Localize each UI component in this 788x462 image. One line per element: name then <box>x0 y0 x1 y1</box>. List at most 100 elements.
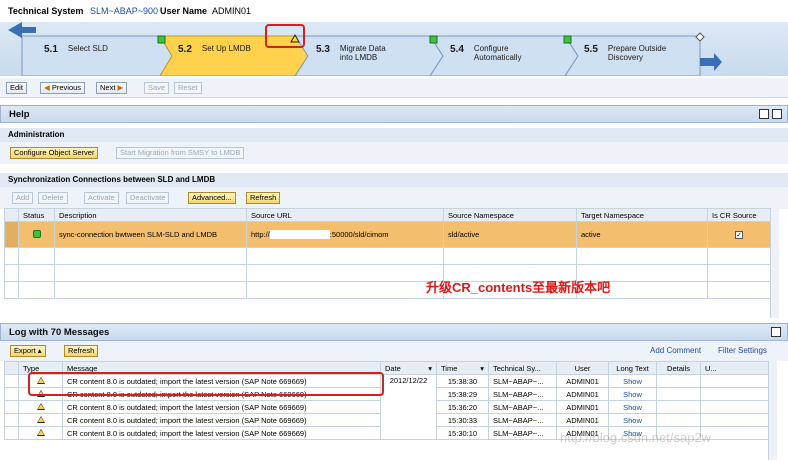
source-namespace-cell: sld/active <box>443 221 577 248</box>
edit-button[interactable]: Edit <box>6 82 27 94</box>
column-header[interactable]: Description <box>54 208 247 222</box>
user-cell: ADMIN01 <box>556 374 609 388</box>
refresh-button[interactable]: Refresh <box>246 192 281 204</box>
add-comment-link[interactable]: Add Comment <box>650 346 701 355</box>
step-number: 5.5 <box>584 44 598 55</box>
save-button[interactable]: Save <box>144 82 170 94</box>
show-link[interactable]: Show <box>608 374 657 388</box>
minimize-icon[interactable] <box>771 327 781 337</box>
step-number: 5.2 <box>178 44 192 55</box>
sync-header: Synchronization Connections between SLD … <box>0 173 788 187</box>
step-label: Set Up LMDB <box>201 44 251 53</box>
sync-scrollbar[interactable] <box>770 208 779 318</box>
maximize-icon[interactable] <box>772 109 782 119</box>
column-header[interactable]: User <box>556 361 609 375</box>
roadmap-step-1[interactable]: 5.1 Select SLD <box>44 36 108 76</box>
highlight-box-log <box>28 372 384 396</box>
column-header[interactable]: Status <box>18 208 55 222</box>
table-row[interactable]: sync-connection bwtween SLM-SLD and LMDB… <box>4 221 771 248</box>
start-migration-button[interactable]: Start Migration from SMSY to LMDB <box>116 147 245 159</box>
restore-icon[interactable] <box>759 109 769 119</box>
message-cell: CR content 8.0 is outdated; import the l… <box>62 426 381 440</box>
url-suffix: :50000/sld/cimom <box>329 229 389 239</box>
header-bar: Technical System SLM~ABAP~900 User Name … <box>0 0 788 22</box>
advanced-button[interactable]: Advanced... <box>188 192 236 204</box>
watermark: http://blog.csdn.net/sap2w <box>560 430 712 445</box>
row-selector[interactable] <box>4 413 19 427</box>
row-selector[interactable] <box>4 426 19 440</box>
delete-button[interactable]: Delete <box>38 192 68 204</box>
column-header[interactable]: Target Namespace <box>576 208 708 222</box>
url-prefix: http:// <box>251 229 270 239</box>
next-icon: ▶ <box>117 83 124 92</box>
row-selector[interactable] <box>4 387 19 401</box>
sync-toolbar: Add Delete Activate Deactivate Advanced.… <box>0 187 788 209</box>
highlight-box-roadmap <box>265 24 305 48</box>
show-link[interactable]: Show <box>608 413 657 427</box>
step1-status-icon <box>157 35 166 44</box>
column-header[interactable]: Details <box>656 361 701 375</box>
column-header[interactable]: Time ▾ <box>436 361 489 375</box>
sync-table-header: Status Description Source URL Source Nam… <box>4 208 771 222</box>
roadmap-step-3[interactable]: 5.3 Migrate Data into LMDB <box>316 36 416 76</box>
empty-row <box>4 264 771 282</box>
roadmap-step-2[interactable]: 5.2 Set Up LMDB <box>178 36 251 76</box>
system-cell: SLM~ABAP~... <box>488 426 557 440</box>
step5-status-icon <box>563 35 572 44</box>
previous-button[interactable]: ◀ Previous <box>40 82 86 94</box>
next-button[interactable]: Next ▶ <box>96 82 128 94</box>
show-link[interactable]: Show <box>608 387 657 401</box>
empty-row <box>4 247 771 265</box>
column-header[interactable]: Source URL <box>246 208 444 222</box>
u-cell <box>700 374 769 388</box>
step-number: 5.4 <box>450 44 464 55</box>
log-panel-header: Log with 70 Messages <box>0 323 788 341</box>
type-cell <box>18 400 63 414</box>
warning-icon <box>36 402 45 410</box>
column-header[interactable]: Source Namespace <box>443 208 577 222</box>
column-label: Time <box>441 363 458 373</box>
show-link[interactable]: Show <box>608 400 657 414</box>
column-header[interactable]: Is CR Source <box>707 208 771 222</box>
column-header[interactable]: U... <box>700 361 769 375</box>
details-cell <box>656 374 701 388</box>
administration-header: Administration <box>0 128 788 142</box>
log-refresh-button[interactable]: Refresh <box>64 345 99 357</box>
u-cell <box>700 400 769 414</box>
type-cell <box>18 426 63 440</box>
log-scrollbar[interactable] <box>768 361 777 460</box>
column-header[interactable]: Technical Sy... <box>488 361 557 375</box>
details-cell <box>656 387 701 401</box>
filter-settings-link[interactable]: Filter Settings <box>718 346 767 355</box>
log-title: Log with 70 Messages <box>9 327 110 338</box>
roadmap-step-5[interactable]: 5.5 Prepare Outside Discovery <box>584 36 694 76</box>
row-selector-header <box>4 208 19 222</box>
column-header[interactable]: Date ▾ <box>380 361 437 375</box>
warning-icon <box>36 428 45 436</box>
column-label: Date <box>385 363 401 373</box>
source-url-cell: http:// :50000/sld/cimom <box>246 221 444 248</box>
row-selector[interactable] <box>4 221 19 248</box>
deactivate-button[interactable]: Deactivate <box>126 192 170 204</box>
activate-button[interactable]: Activate <box>84 192 119 204</box>
previous-icon: ◀ <box>44 83 50 92</box>
annotation-text: 升级CR_contents至最新版本吧 <box>426 280 611 295</box>
time-cell: 15:38:29 <box>436 387 489 401</box>
row-selector[interactable] <box>4 374 19 388</box>
checked-checkbox-icon[interactable]: ✓ <box>735 231 743 239</box>
status-cell <box>18 221 55 248</box>
reset-button[interactable]: Reset <box>174 82 202 94</box>
configure-object-server-button[interactable]: Configure Object Server <box>10 147 99 159</box>
column-header[interactable]: Long Text <box>608 361 657 375</box>
roadmap-step-4[interactable]: 5.4 Configure Automatically <box>450 36 550 76</box>
next-label: Next <box>100 83 116 92</box>
sort-icon: ▾ <box>428 363 432 373</box>
details-cell <box>656 400 701 414</box>
export-label: Export <box>14 346 36 355</box>
add-button[interactable]: Add <box>12 192 34 204</box>
row-selector[interactable] <box>4 400 19 414</box>
step4-status-icon <box>429 35 438 44</box>
sync-table: Status Description Source URL Source Nam… <box>4 208 771 299</box>
export-button[interactable]: Export ▴ <box>10 345 46 357</box>
row-selector-header <box>4 361 19 375</box>
